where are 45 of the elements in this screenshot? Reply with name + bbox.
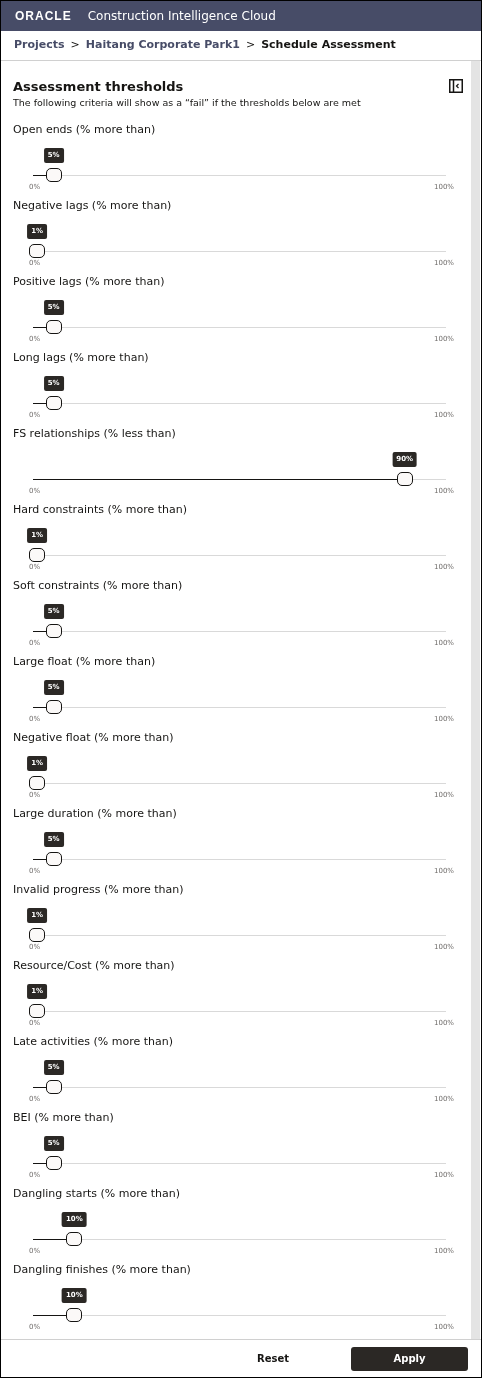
scrollbar[interactable] [471,61,480,1339]
slider-thumb[interactable] [45,168,62,182]
slider-thumb[interactable] [29,548,46,562]
breadcrumb-link[interactable]: Projects [14,37,65,54]
apply-button[interactable]: Apply [351,1346,468,1371]
slider-label: BEI (% more than) [13,1110,115,1126]
slider-thumb[interactable] [45,624,62,638]
slider-label: Negative lags (% more than) [13,198,173,214]
slider-label: Hard constraints (% more than) [13,502,188,518]
slider-thumb[interactable] [45,700,62,714]
panel-title: Assessment thresholds [13,78,184,96]
slider-thumb[interactable] [45,320,62,334]
slider-label: Resource/Cost (% more than) [13,958,176,974]
slider-thumb[interactable] [29,776,46,790]
slider-label: Dangling finishes (% more than) [13,1262,192,1278]
slider-label: Negative float (% more than) [13,730,175,746]
slider-thumb[interactable] [45,852,62,866]
slider-thumb[interactable] [45,396,62,410]
slider-thumb[interactable] [45,1080,62,1094]
slider-thumb[interactable] [29,1004,46,1018]
slider-label: Dangling starts (% more than) [13,1186,182,1202]
slider-label: Large float (% more than) [13,654,157,670]
reset-button[interactable]: Reset [249,1346,297,1371]
slider-thumb[interactable] [29,244,46,258]
slider-thumb[interactable] [396,472,413,486]
slider-label: Invalid progress (% more than) [13,882,185,898]
current-page: Schedule Assessment [261,37,396,54]
slider-thumb[interactable] [45,1156,62,1170]
breadcrumb-separator: > [70,37,80,54]
slider-label: Large duration (% more than) [13,806,178,822]
slider-label: Late activities (% more than) [13,1034,175,1050]
brand-logo: ORACLE [15,8,72,25]
slider-thumb[interactable] [66,1232,83,1246]
slider-thumb[interactable] [66,1308,83,1322]
slider-thumb[interactable] [29,928,46,942]
breadcrumb-separator: > [245,37,256,54]
slider-label: FS relationships (% less than) [13,426,177,442]
app-title: Construction Intelligence Cloud [87,8,276,25]
slider-label: Positive lags (% more than) [13,274,166,290]
slider-label: Open ends (% more than) [13,122,157,138]
slider-label: Long lags (% more than) [13,350,150,366]
breadcrumb-link[interactable]: Haitang Corporate Park1 [85,37,240,54]
slider-label: Soft constraints (% more than) [13,578,184,594]
collapse-panel-icon[interactable] [449,79,463,93]
panel-description: The following criteria will show as a “fail” if the thresholds below are met [13,96,362,110]
